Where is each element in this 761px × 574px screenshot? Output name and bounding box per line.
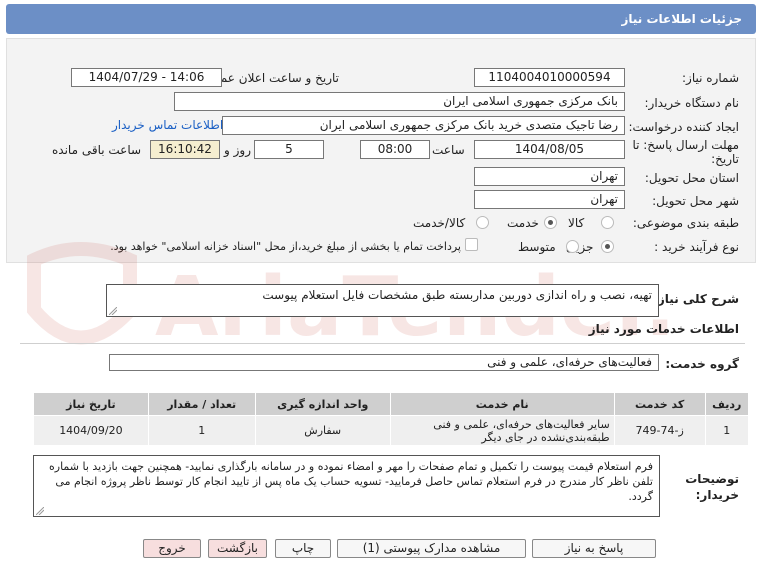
col-name: نام خدمت	[389, 392, 615, 416]
service-group-label: گروه خدمت:	[665, 357, 739, 371]
services-section-title: اطلاعات خدمات مورد نیاز	[588, 322, 739, 336]
resize-grip-icon[interactable]	[36, 507, 44, 515]
buyer-notes-label: توضیحات	[685, 472, 739, 486]
service-group-field: فعالیت‌های حرفه‌ای، علمی و فنی	[109, 354, 659, 371]
province-label: استان محل تحویل:	[644, 171, 739, 185]
print-button[interactable]: چاپ	[275, 539, 331, 558]
deadline-time-label: ساعت	[432, 143, 465, 157]
need-number-field: 1104004010000594	[474, 68, 625, 87]
category-option-service-label: خدمت	[507, 216, 539, 230]
services-divider	[20, 343, 745, 344]
services-table: ردیف کد خدمت نام خدمت واحد اندازه گیری ت…	[33, 392, 750, 446]
days-label: روز و	[224, 143, 251, 157]
contact-info-link[interactable]: اطلاعات تماس خریدار	[112, 118, 223, 132]
deadline-time-field: 08:00	[360, 140, 430, 159]
col-date: تاریخ نیاز	[33, 392, 149, 416]
cell-qty: 1	[147, 415, 256, 446]
col-row: ردیف	[704, 392, 750, 416]
category-radio-goods[interactable]	[601, 216, 614, 229]
deadline-label-2: تاریخ:	[711, 152, 739, 166]
buyer-notes-label-2: خریدار:	[695, 488, 739, 502]
category-option-both-label: کالا/خدمت	[413, 216, 466, 230]
table-row: 1 ز-74-749 سایر فعالیت‌های حرفه‌ای، علمی…	[33, 415, 750, 446]
announce-field: 1404/07/29 - 14:06	[71, 68, 222, 87]
remaining-time-field: 16:10:42	[150, 140, 220, 159]
city-label: شهر محل تحویل:	[652, 194, 739, 208]
days-field: 5	[254, 140, 324, 159]
cell-name: سایر فعالیت‌های حرفه‌ای، علمی و فنی طبقه…	[389, 415, 615, 446]
buyer-label: نام دستگاه خریدار:	[644, 96, 740, 110]
creator-label: ایجاد کننده درخواست:	[628, 120, 739, 134]
buyer-field: بانک مرکزی جمهوری اسلامی ایران	[174, 92, 625, 111]
buyer-notes-textarea: فرم استعلام قیمت پیوست را تکمیل و تمام ص…	[33, 455, 660, 517]
col-qty: تعداد / مقدار	[147, 392, 256, 416]
description-label: شرح کلی نیاز:	[653, 292, 739, 306]
remaining-label: ساعت باقی مانده	[52, 143, 142, 157]
cell-date: 1404/09/20	[33, 415, 149, 446]
buyer-notes-text: فرم استعلام قیمت پیوست را تکمیل و تمام ص…	[49, 460, 653, 503]
city-field: تهران	[474, 190, 625, 209]
description-text: تهیه، نصب و راه اندازی دوربین مداربسته ط…	[262, 288, 652, 302]
page-title: جزئیات اطلاعات نیاز	[621, 12, 742, 26]
attachments-button[interactable]: مشاهده مدارک پیوستی (1)	[337, 539, 526, 558]
deadline-date-field: 1404/08/05	[474, 140, 625, 159]
services-table-header: ردیف کد خدمت نام خدمت واحد اندازه گیری ت…	[33, 392, 750, 416]
deadline-label: مهلت ارسال پاسخ: تا	[632, 138, 739, 152]
page-header: جزئیات اطلاعات نیاز	[6, 4, 756, 34]
cell-row: 1	[704, 415, 750, 446]
creator-field: رضا تاجیک متصدی خرید بانک مرکزی جمهوری ا…	[222, 116, 625, 135]
category-label: طبقه بندی موضوعی:	[632, 216, 739, 230]
category-radio-both[interactable]	[476, 216, 489, 229]
back-button[interactable]: بازگشت	[208, 539, 267, 558]
category-option-goods-label: کالا	[568, 216, 585, 230]
need-number-label: شماره نیاز:	[682, 71, 739, 85]
description-textarea: تهیه، نصب و راه اندازی دوربین مداربسته ط…	[106, 284, 659, 317]
resize-grip-icon[interactable]	[109, 307, 117, 315]
cell-code: ز-74-749	[613, 415, 706, 446]
province-field: تهران	[474, 167, 625, 186]
cell-unit: سفارش	[254, 415, 391, 446]
col-unit: واحد اندازه گیری	[254, 392, 391, 416]
category-radio-service[interactable]	[544, 216, 557, 229]
reply-button[interactable]: پاسخ به نیاز	[532, 539, 656, 558]
exit-button[interactable]: خروج	[143, 539, 201, 558]
col-code: کد خدمت	[613, 392, 706, 416]
